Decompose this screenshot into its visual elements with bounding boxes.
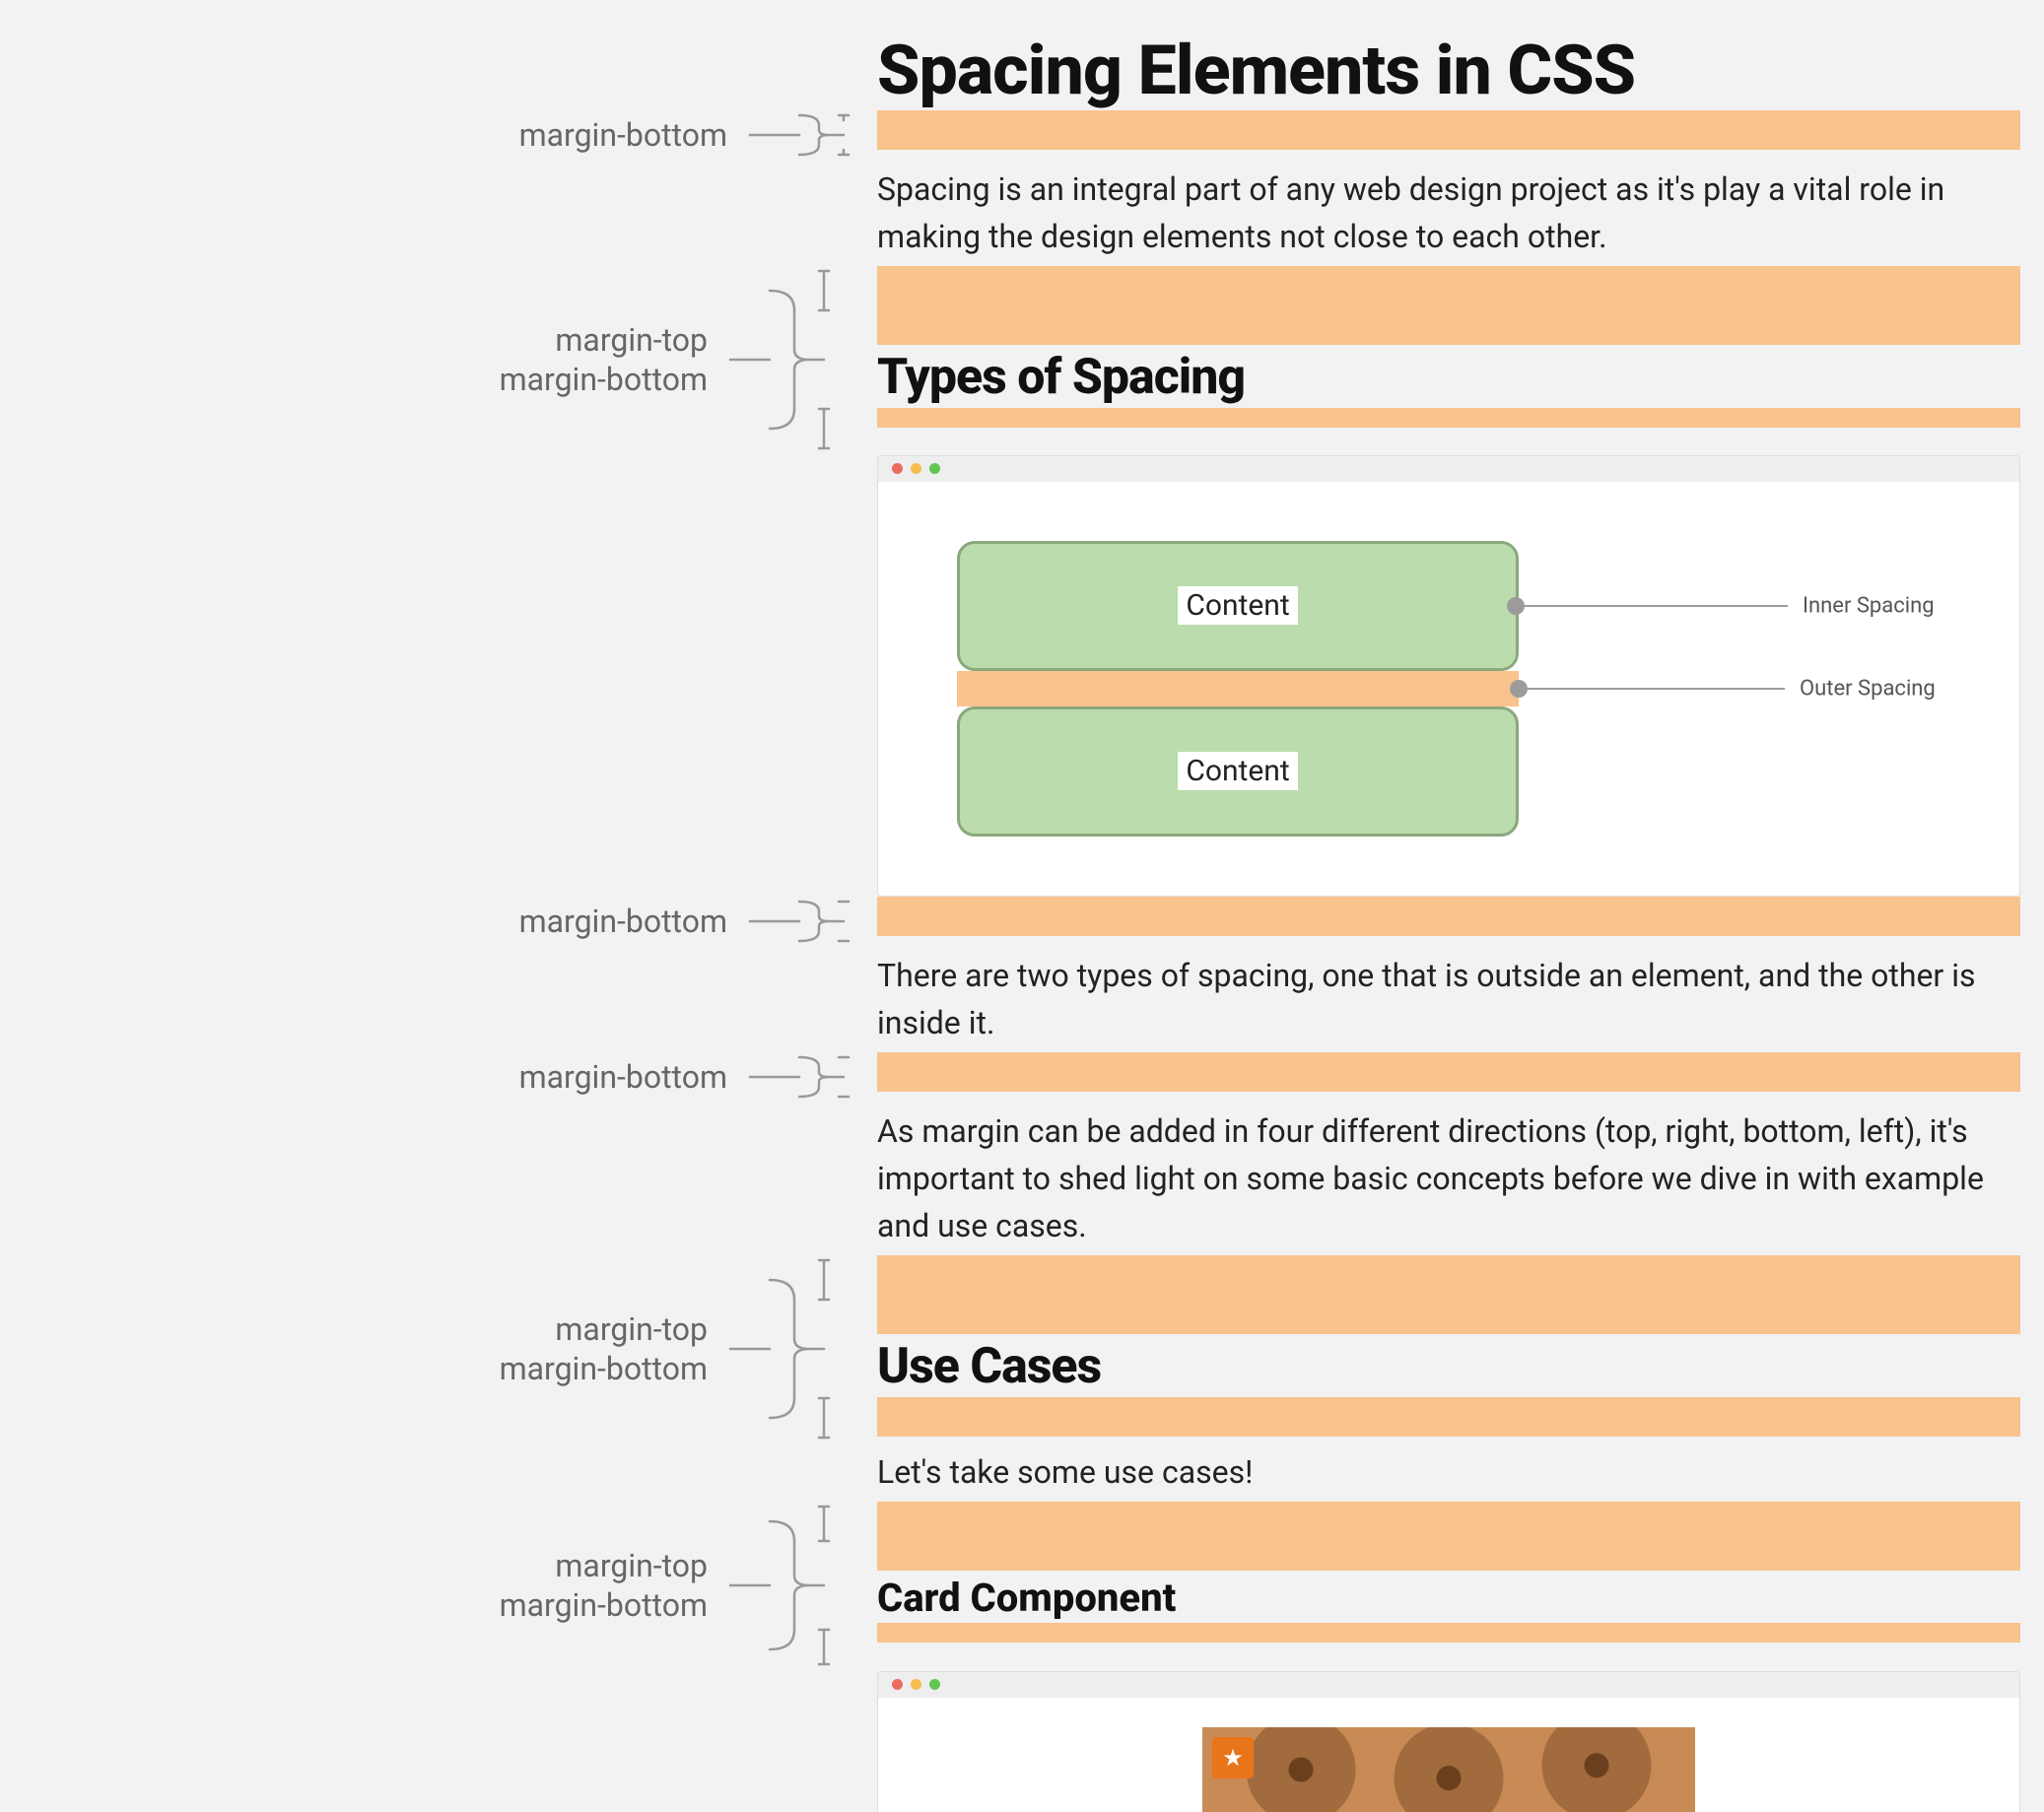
annotation-margin-top-bottom-1: margin-top margin-bottom	[500, 266, 853, 453]
page: Spacing Elements in CSS margin-bottom Sp…	[0, 0, 2044, 1812]
figure-card-component: ★	[877, 1671, 2020, 1812]
bracket-icon	[725, 1502, 853, 1669]
label-line-2: margin-bottom	[500, 360, 708, 399]
window-minimize-icon	[911, 1679, 921, 1690]
bracket-icon	[745, 110, 853, 160]
content-label: Content	[1178, 752, 1297, 790]
paragraph-margin-directions: As margin can be added in four different…	[877, 1102, 2020, 1255]
label-line-1: margin-top	[500, 1309, 708, 1349]
figure-label-outer: Outer Spacing	[1800, 676, 1936, 701]
star-icon: ★	[1222, 1744, 1244, 1772]
heading-card-component: Card Component	[877, 1571, 2020, 1623]
margin-highlight	[877, 1255, 2020, 1334]
annotation-label: margin-top margin-bottom	[500, 1309, 708, 1388]
bracket-icon	[745, 897, 853, 946]
intro-paragraph: Spacing is an integral part of any web d…	[877, 160, 2020, 266]
content-label: Content	[1178, 586, 1297, 625]
window-close-icon	[892, 1679, 903, 1690]
margin-highlight	[877, 897, 2020, 936]
label-line-2: margin-bottom	[500, 1349, 708, 1388]
card-image: ★	[1202, 1727, 1695, 1812]
label-line-1: margin-top	[500, 320, 708, 360]
annotation-label: margin-bottom	[519, 1057, 727, 1097]
label-line-1: margin-top	[500, 1546, 708, 1585]
margin-highlight	[877, 110, 2020, 150]
paragraph-two-types: There are two types of spacing, one that…	[877, 946, 2020, 1052]
star-badge: ★	[1212, 1737, 1254, 1778]
window-chrome	[878, 456, 2019, 482]
bracket-icon	[725, 266, 853, 453]
heading-types-of-spacing: Types of Spacing	[877, 345, 2020, 408]
annotation-margin-top-bottom-2: margin-top margin-bottom	[500, 1255, 853, 1443]
margin-highlight	[877, 1502, 2020, 1571]
heading-use-cases: Use Cases	[877, 1334, 2020, 1397]
label-line-2: margin-bottom	[500, 1585, 708, 1625]
outer-spacing-gap: Outer Spacing	[957, 671, 1519, 706]
figure-spacing-types: Content Inner Spacing Outer Spacing Cont…	[877, 455, 2020, 897]
window-chrome	[878, 1672, 2019, 1698]
annotation-label: margin-top margin-bottom	[500, 1546, 708, 1625]
article-title: Spacing Elements in CSS	[877, 30, 2020, 110]
annotation-margin-bottom-3: margin-bottom	[519, 1052, 853, 1102]
margin-highlight	[877, 1397, 2020, 1437]
window-minimize-icon	[911, 463, 921, 474]
window-zoom-icon	[929, 463, 940, 474]
figure-label-inner: Inner Spacing	[1803, 593, 1935, 618]
annotation-margin-bottom-1: margin-bottom	[519, 110, 853, 160]
connector-line	[1522, 605, 1788, 607]
annotation-label: margin-bottom	[519, 902, 727, 941]
margin-highlight	[877, 408, 2020, 428]
paragraph-use-cases-intro: Let's take some use cases!	[877, 1443, 2020, 1502]
margin-highlight	[877, 266, 2020, 345]
annotation-margin-top-bottom-3: margin-top margin-bottom	[500, 1502, 853, 1669]
content-box-2: Content	[957, 706, 1519, 837]
annotation-label: margin-bottom	[519, 115, 727, 155]
margin-highlight	[877, 1623, 2020, 1643]
bracket-icon	[725, 1255, 853, 1443]
window-close-icon	[892, 463, 903, 474]
inner-spacing-box: Content Inner Spacing	[957, 541, 1519, 671]
margin-highlight	[877, 1052, 2020, 1092]
window-zoom-icon	[929, 1679, 940, 1690]
annotation-margin-bottom-2: margin-bottom	[519, 897, 853, 946]
bracket-icon	[745, 1052, 853, 1102]
annotation-label: margin-top margin-bottom	[500, 320, 708, 399]
connector-line	[1519, 688, 1785, 690]
